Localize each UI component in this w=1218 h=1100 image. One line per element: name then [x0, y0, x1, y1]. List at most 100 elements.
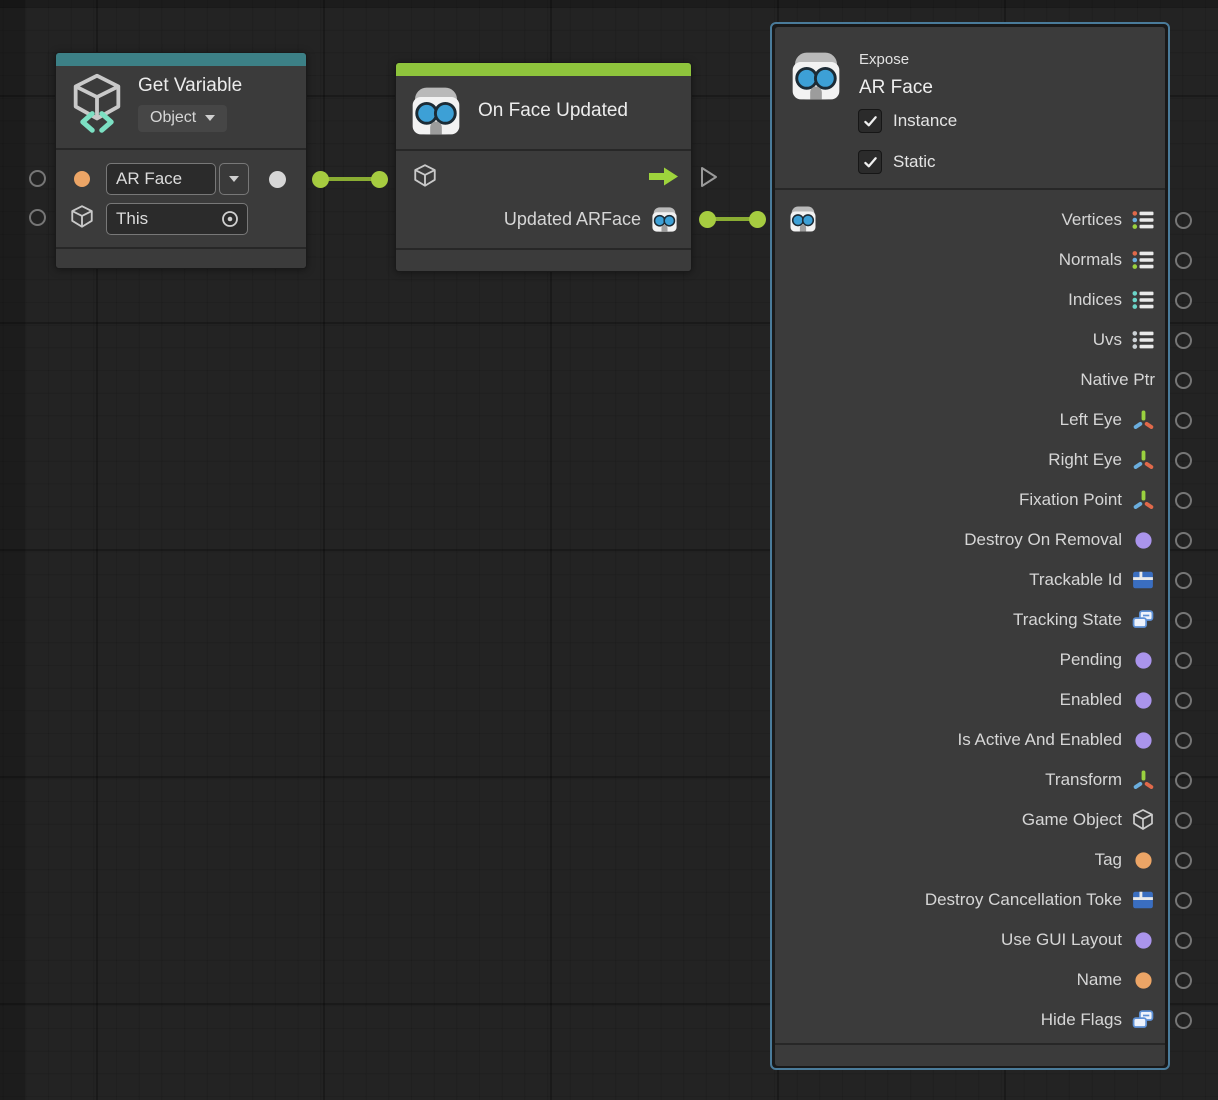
port-label: Vertices	[1062, 210, 1122, 230]
output-port[interactable]	[1175, 772, 1192, 789]
port-row: Right Eye	[775, 440, 1165, 480]
node-footer	[396, 248, 691, 271]
output-port[interactable]	[1175, 812, 1192, 829]
canvas-edge-shade-left	[0, 0, 25, 1100]
port-row: Tag	[775, 840, 1165, 880]
node-header-strip	[396, 63, 691, 76]
port-row: Game Object	[775, 800, 1165, 840]
ar-face-icon	[408, 83, 464, 139]
gameobject-icon	[1131, 808, 1155, 832]
output-port[interactable]	[1175, 372, 1192, 389]
output-port[interactable]	[1175, 492, 1192, 509]
flow-output-port-triangle[interactable]	[699, 166, 719, 188]
port-row: Enabled	[775, 680, 1165, 720]
port-label: Transform	[1045, 770, 1122, 790]
port-label: Name	[1077, 970, 1122, 990]
output-port[interactable]	[1175, 612, 1192, 629]
output-port[interactable]	[1175, 692, 1192, 709]
output-port[interactable]	[1175, 892, 1192, 909]
expose-kicker: Expose	[859, 51, 909, 68]
checkbox[interactable]	[858, 150, 882, 174]
struct-icon	[1131, 568, 1155, 592]
node-on-face-updated[interactable]: On Face Updated Updated ARFace	[395, 62, 692, 272]
list-vector3-icon	[1131, 248, 1155, 272]
checkbox-row: Instance	[858, 109, 957, 133]
input-port[interactable]	[29, 209, 46, 226]
node-footer	[775, 1043, 1165, 1066]
transform-icon	[1131, 448, 1155, 472]
output-port[interactable]	[1175, 412, 1192, 429]
node-footer	[56, 247, 306, 268]
data-output-row: Updated ARFace	[396, 204, 679, 234]
port-label: Is Active And Enabled	[958, 730, 1122, 750]
output-port[interactable]	[1175, 972, 1192, 989]
node-header-strip	[56, 53, 306, 66]
port-row: Destroy On Removal	[775, 520, 1165, 560]
output-port[interactable]	[1175, 332, 1192, 349]
output-port[interactable]	[1175, 532, 1192, 549]
ar-face-icon	[788, 48, 844, 104]
chevron-down-icon	[229, 176, 239, 182]
list-vector3-icon	[1131, 208, 1155, 232]
output-port[interactable]	[1175, 732, 1192, 749]
variable-kind-dropdown[interactable]: Object	[138, 105, 227, 132]
wire-endpoint[interactable]	[312, 171, 329, 188]
gameobject-cube-icon	[69, 204, 95, 230]
variable-name-field[interactable]: AR Face	[106, 163, 216, 195]
output-port[interactable]	[1175, 212, 1192, 229]
transform-icon	[1131, 768, 1155, 792]
port-row: Trackable Id	[775, 560, 1165, 600]
port-row: Name	[775, 960, 1165, 1000]
checkbox-label: Static	[893, 152, 936, 172]
output-port[interactable]	[1175, 252, 1192, 269]
output-port[interactable]	[1175, 572, 1192, 589]
output-port[interactable]	[1175, 452, 1192, 469]
port-label: Enabled	[1060, 690, 1122, 710]
value-output-port[interactable]	[269, 171, 286, 188]
bool-icon	[1131, 528, 1155, 552]
variable-dropdown-button[interactable]	[219, 163, 249, 195]
struct-icon	[1131, 888, 1155, 912]
output-port[interactable]	[1175, 932, 1192, 949]
node-get-variable[interactable]: Get Variable Object AR Face This	[55, 52, 307, 269]
input-port[interactable]	[29, 170, 46, 187]
port-label: Use GUI Layout	[1001, 930, 1122, 950]
transform-icon	[1131, 408, 1155, 432]
checkbox-row: Static	[858, 150, 936, 174]
port-row: Indices	[775, 280, 1165, 320]
wire-endpoint[interactable]	[749, 211, 766, 228]
output-port[interactable]	[1175, 852, 1192, 869]
bool-icon	[1131, 688, 1155, 712]
port-label: Right Eye	[1048, 450, 1122, 470]
node-expose-ar-face[interactable]: Expose AR Face Instance Static Vertices No…	[770, 22, 1170, 1070]
bool-icon	[1131, 728, 1155, 752]
string-icon	[1131, 968, 1155, 992]
port-label: Game Object	[1022, 810, 1122, 830]
wire-endpoint[interactable]	[699, 211, 716, 228]
output-port[interactable]	[1175, 1012, 1192, 1029]
target-this-field[interactable]: This	[106, 203, 248, 235]
variable-name-value: AR Face	[116, 169, 182, 189]
output-port[interactable]	[1175, 292, 1192, 309]
variable-cube-icon	[66, 72, 128, 134]
port-row: Normals	[775, 240, 1165, 280]
checkbox[interactable]	[858, 109, 882, 133]
port-label: Trackable Id	[1029, 570, 1122, 590]
object-picker-icon[interactable]	[220, 209, 240, 229]
ar-face-icon	[650, 205, 679, 234]
graph-canvas[interactable]: Get Variable Object AR Face This	[0, 0, 1218, 1100]
transform-icon	[1131, 488, 1155, 512]
port-row: Is Active And Enabled	[775, 720, 1165, 760]
string-port-dot[interactable]	[74, 171, 90, 187]
output-port[interactable]	[1175, 652, 1192, 669]
port-label: Tag	[1095, 850, 1122, 870]
list-vector2-icon	[1131, 328, 1155, 352]
checkbox-label: Instance	[893, 111, 957, 131]
data-output-label: Updated ARFace	[504, 209, 641, 230]
wire-endpoint[interactable]	[371, 171, 388, 188]
flow-arrow-icon[interactable]	[648, 166, 680, 187]
port-row: Transform	[775, 760, 1165, 800]
string-icon	[1131, 848, 1155, 872]
expose-type-title: AR Face	[859, 77, 933, 99]
target-value: This	[116, 209, 148, 229]
